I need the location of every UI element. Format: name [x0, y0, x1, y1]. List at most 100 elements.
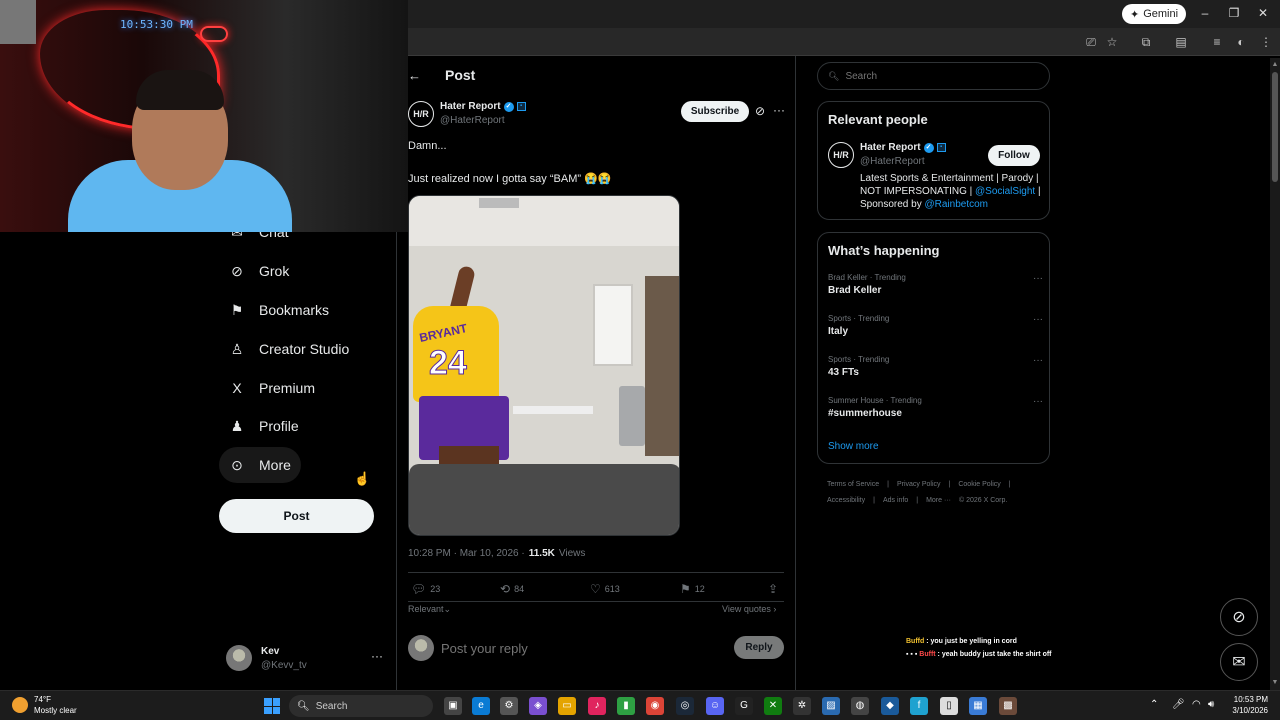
windows-start-icon[interactable] — [264, 698, 280, 714]
subscribe-button[interactable]: Subscribe — [681, 101, 749, 122]
weather-widget[interactable]: 74°F Mostly clear — [12, 694, 77, 716]
gemini-button[interactable]: ✦ Gemini — [1122, 4, 1187, 24]
trend-item[interactable]: Brad Keller · Trending Brad Keller ··· — [828, 273, 1043, 305]
app-store-icon[interactable]: ▦ — [969, 697, 987, 715]
address-bar[interactable] — [408, 31, 1068, 53]
app-blue-icon[interactable]: ◆ — [881, 697, 899, 715]
taskbar-search[interactable]: 🔍︎ Search — [289, 695, 433, 717]
chevron-up-icon[interactable]: ⌃ — [1150, 699, 1158, 710]
profile-icon[interactable]: ◐ — [1234, 35, 1248, 49]
reply-action[interactable]: 💬︎ 23 — [411, 582, 440, 596]
page-scrollbar[interactable]: ▲ ▼ — [1270, 58, 1280, 690]
sort-replies-dropdown[interactable]: Relevant⌄ — [408, 604, 451, 615]
app-g-icon[interactable]: G — [735, 697, 753, 715]
nav-item-premium[interactable]: X Premium — [219, 370, 325, 406]
messages-fab-icon[interactable]: ✉ — [1220, 643, 1258, 681]
scroll-thumb[interactable] — [1272, 72, 1278, 182]
file-explorer-icon[interactable]: ▭ — [558, 697, 576, 715]
footer-link[interactable]: Cookie Policy — [958, 481, 1000, 488]
author-avatar[interactable]: H/R — [408, 101, 434, 127]
nav-item-creator-studio[interactable]: ♙ Creator Studio — [219, 331, 359, 367]
menu-dots-icon[interactable]: ⋮ — [1259, 35, 1273, 49]
app-green-icon[interactable]: ▮ — [617, 697, 635, 715]
back-arrow-icon[interactable]: ← — [408, 68, 421, 83]
xbox-icon[interactable]: ✕ — [764, 697, 782, 715]
show-more-link[interactable]: Show more — [828, 441, 879, 452]
more-options-icon[interactable]: ··· — [773, 103, 785, 117]
post-button[interactable]: Post — [219, 499, 374, 533]
grok-fab-icon[interactable]: ⊘ — [1220, 598, 1258, 636]
reply-button[interactable]: Reply — [734, 636, 784, 659]
app-f-icon[interactable]: f — [910, 697, 928, 715]
nav-item-bookmarks[interactable]: ⚑ Bookmarks — [219, 292, 339, 328]
chat-text: : yeah buddy just take the shirt off — [935, 651, 1052, 658]
extensions-icon[interactable]: ⧉ — [1139, 35, 1153, 49]
close-icon[interactable]: ✕ — [1256, 6, 1270, 20]
author-handle[interactable]: @HaterReport — [440, 115, 505, 126]
trend-item[interactable]: Summer House · Trending #summerhouse ··· — [828, 396, 1043, 428]
music-icon[interactable]: ♪ — [588, 697, 606, 715]
edge-icon[interactable]: e — [472, 697, 490, 715]
nav-item-grok[interactable]: ⊘ Grok — [219, 253, 299, 289]
trend-item[interactable]: Sports · Trending Italy ··· — [828, 314, 1043, 346]
grok-explain-icon[interactable]: ⊘ — [755, 104, 765, 118]
wifi-icon[interactable]: ◠ — [1192, 699, 1201, 710]
bio-mention-link[interactable]: @SocialSight — [975, 186, 1035, 197]
footer-link[interactable]: Accessibility — [827, 497, 865, 504]
trend-more-icon[interactable]: ··· — [1033, 273, 1043, 284]
chrome-icon[interactable]: ◉ — [646, 697, 664, 715]
share-action[interactable]: ⇪ — [768, 582, 778, 596]
person-avatar[interactable]: H/R — [828, 142, 854, 168]
copilot-icon[interactable]: ◈ — [529, 697, 547, 715]
volume-icon[interactable]: 🔊︎ — [1208, 699, 1214, 710]
nav-item-profile[interactable]: ♟ Profile — [219, 408, 309, 444]
document-icon[interactable]: ▯ — [940, 697, 958, 715]
scroll-up-icon[interactable]: ▲ — [1270, 60, 1280, 70]
author-name[interactable]: Hater Report ✓ ▪ — [440, 101, 526, 112]
search-input[interactable] — [845, 70, 1026, 82]
person-name[interactable]: Hater Report ✓ ▪ — [860, 142, 946, 153]
trend-more-icon[interactable]: ··· — [1033, 396, 1043, 407]
relevant-people-panel: Relevant people H/R Hater Report ✓ ▪ @Ha… — [817, 101, 1050, 220]
repost-action[interactable]: ⟲ 84 — [500, 582, 524, 596]
trend-more-icon[interactable]: ··· — [1033, 314, 1043, 325]
reply-input[interactable] — [441, 639, 721, 657]
app-gear-icon[interactable]: ✲ — [793, 697, 811, 715]
nav-item-more[interactable]: ⊙ More — [219, 447, 301, 483]
app-circle-icon[interactable]: ◍ — [851, 697, 869, 715]
footer-link[interactable]: More ··· — [926, 497, 951, 504]
discord-icon[interactable]: ☺ — [706, 697, 724, 715]
sidepanel-icon[interactable]: ▤ — [1174, 35, 1188, 49]
view-quotes-link[interactable]: View quotes › — [722, 604, 776, 614]
footer-link[interactable]: Ads info — [883, 497, 908, 504]
trend-more-icon[interactable]: ··· — [1033, 355, 1043, 366]
task-view-icon[interactable]: ▣ — [444, 697, 462, 715]
footer-link[interactable]: Privacy Policy — [897, 481, 941, 488]
account-more-icon[interactable]: ··· — [371, 649, 383, 663]
steam-icon[interactable]: ◎ — [676, 697, 694, 715]
like-action[interactable]: ♡ 613 — [590, 582, 620, 596]
settings-icon[interactable]: ⚙ — [500, 697, 518, 715]
follow-button[interactable]: Follow — [988, 145, 1040, 166]
bookmark-action[interactable]: ⚑ 12 — [680, 582, 705, 596]
tweet-timestamp[interactable]: 10:28 PM · Mar 10, 2026 · — [408, 548, 525, 559]
scroll-down-icon[interactable]: ▼ — [1270, 678, 1280, 688]
stream-chat-overlay: Buffd : you just be yelling in cord ▪ ▪ … — [906, 635, 1052, 661]
taskbar-clock[interactable]: 10:53 PM 3/10/2026 — [1224, 694, 1268, 716]
restore-icon[interactable]: ❐ — [1227, 6, 1241, 20]
reading-list-icon[interactable]: ≡ — [1210, 35, 1224, 49]
search-box[interactable]: 🔍︎ — [817, 62, 1050, 90]
tweet-video[interactable]: BRYANT 24 — [408, 195, 680, 536]
neon-cloud — [200, 26, 228, 42]
star-icon[interactable]: ☆ — [1105, 35, 1119, 49]
footer-link[interactable]: Terms of Service — [827, 481, 879, 488]
app-brown-icon[interactable]: ▩ — [999, 697, 1017, 715]
minimize-icon[interactable]: – — [1198, 6, 1212, 20]
trend-item[interactable]: Sports · Trending 43 FTs ··· — [828, 355, 1043, 387]
cast-icon[interactable]: ⎚ — [1084, 35, 1098, 49]
photos-icon[interactable]: ▨ — [822, 697, 840, 715]
microphone-icon[interactable]: 🎤︎ — [1172, 699, 1185, 710]
bio-mention-link[interactable]: @Rainbetcom — [925, 199, 989, 210]
account-switcher[interactable]: Kev @Kevv_tv ··· — [226, 643, 386, 673]
person-handle[interactable]: @HaterReport — [860, 156, 925, 167]
